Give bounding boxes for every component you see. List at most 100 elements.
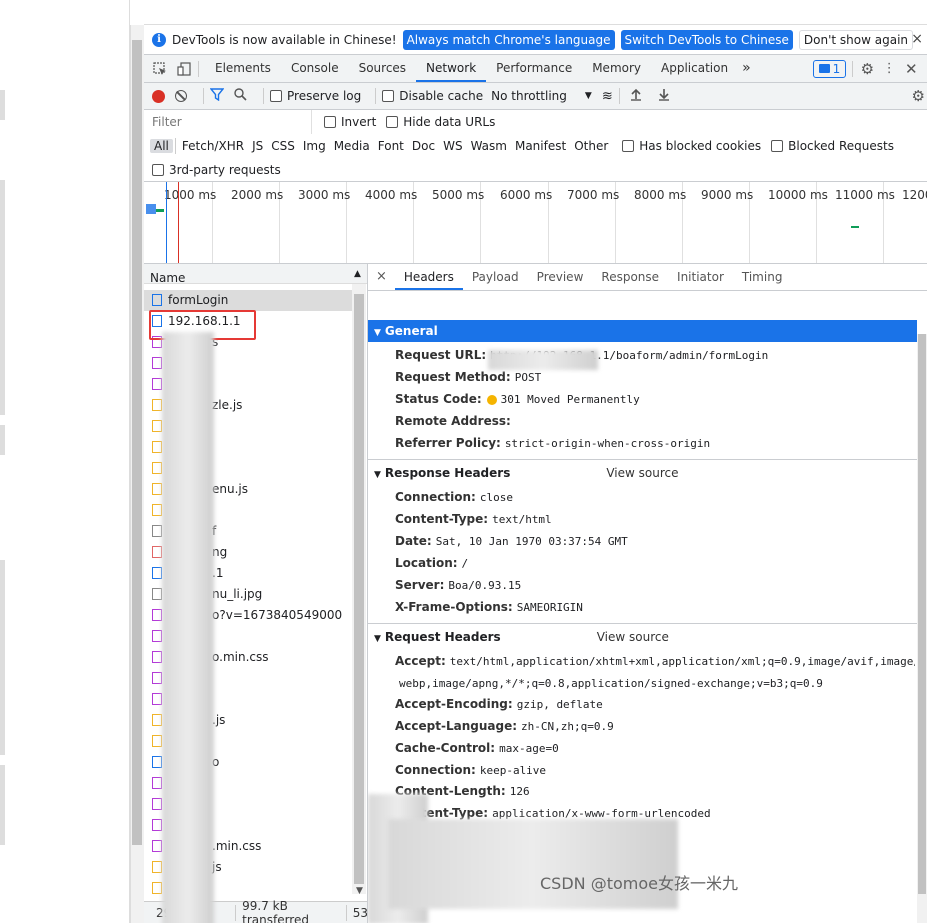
header-row: Accept-Language: zh-CN,zh;q=0.9 <box>395 715 915 737</box>
type-manifest[interactable]: Manifest <box>511 139 570 153</box>
switch-chinese-button[interactable]: Switch DevTools to Chinese <box>620 29 793 50</box>
blocked-cookies-checkbox[interactable] <box>622 140 635 152</box>
preserve-log-checkbox[interactable] <box>270 90 282 102</box>
img-file-icon <box>152 587 162 600</box>
third-party-checkbox[interactable] <box>152 163 164 176</box>
tab-network[interactable]: Network <box>416 55 487 82</box>
type-img[interactable]: Img <box>299 139 330 153</box>
request-name: enu.js <box>212 482 248 496</box>
doc-file-icon <box>152 755 162 768</box>
import-har-icon[interactable] <box>630 88 642 104</box>
response-headers-section-header[interactable]: ▼ Response Headers View source <box>368 462 917 484</box>
response-view-source-link[interactable]: View source <box>606 466 678 480</box>
resource-size-truncated: 53 <box>352 905 368 920</box>
filter-bar: Filter Invert Hide data URLs <box>144 110 927 134</box>
header-value: 126 <box>509 785 530 799</box>
css-file-icon <box>152 797 162 810</box>
js-file-icon <box>152 503 162 516</box>
issues-badge[interactable]: 1 <box>812 59 847 78</box>
timeline-overview[interactable]: 1000 ms 2000 ms 3000 ms 4000 ms 5000 ms 6000 … <box>144 182 927 264</box>
type-doc[interactable]: Doc <box>408 139 439 153</box>
tab-timing[interactable]: Timing <box>733 264 792 290</box>
css-file-icon <box>152 776 162 789</box>
record-icon[interactable] <box>152 89 165 103</box>
tab-sources[interactable]: Sources <box>349 55 416 82</box>
scroll-down-icon[interactable]: ▼ <box>356 886 363 896</box>
tab-memory[interactable]: Memory <box>582 55 651 82</box>
type-font[interactable]: Font <box>374 139 408 153</box>
sort-ascending-icon[interactable]: ▲ <box>354 267 361 281</box>
request-view-source-link[interactable]: View source <box>597 630 669 644</box>
type-all[interactable]: All <box>150 139 173 153</box>
header-key: Date: <box>395 534 432 548</box>
timeline-tick-label: 8000 ms <box>634 188 687 202</box>
blocked-requests-checkbox[interactable] <box>771 140 784 152</box>
third-party-bar: 3rd-party requests <box>144 158 927 182</box>
tab-console[interactable]: Console <box>281 55 349 82</box>
type-ws[interactable]: WS <box>439 139 466 153</box>
tab-headers[interactable]: Headers <box>394 264 463 290</box>
network-settings-gear-icon[interactable]: ⚙ <box>912 87 925 105</box>
tab-elements[interactable]: Elements <box>205 55 281 82</box>
network-conditions-icon[interactable]: ≋ <box>602 89 613 104</box>
timeline-tick-label: 2000 ms <box>231 188 284 202</box>
type-css[interactable]: CSS <box>267 139 299 153</box>
hide-data-urls-checkbox[interactable] <box>386 116 399 128</box>
request-headers-section-header[interactable]: ▼ Request Headers View source <box>368 626 917 648</box>
filter-input[interactable]: Filter <box>144 110 312 134</box>
inspect-element-icon[interactable] <box>152 61 168 77</box>
dont-show-again-button[interactable]: Don't show again <box>798 29 914 50</box>
close-icon[interactable]: × <box>911 31 923 47</box>
response-headers-title: Response Headers <box>384 466 511 480</box>
type-js[interactable]: JS <box>248 139 267 153</box>
disable-cache-checkbox[interactable] <box>382 90 395 102</box>
main-tab-bar: Elements Console Sources Network Perform… <box>144 55 927 83</box>
details-scrollbar-thumb[interactable] <box>918 334 926 894</box>
tab-preview[interactable]: Preview <box>528 264 593 290</box>
request-list-scrollbar-thumb[interactable] <box>354 294 364 884</box>
header-key: Cache-Control: <box>395 740 496 755</box>
divider <box>852 60 854 77</box>
close-details-icon[interactable]: × <box>368 264 395 290</box>
more-options-icon[interactable]: ⋮ <box>881 61 897 77</box>
request-name: nu_li.jpg <box>212 587 263 601</box>
tab-initiator[interactable]: Initiator <box>668 264 733 290</box>
tab-payload[interactable]: Payload <box>463 264 528 290</box>
name-header-label: Name <box>150 271 186 285</box>
js-file-icon <box>152 713 162 726</box>
message-icon <box>818 64 830 73</box>
request-details-panel: × Headers Payload Preview Response Initi… <box>368 264 927 923</box>
page-scrollbar-thumb[interactable] <box>132 40 142 845</box>
device-toolbar-icon[interactable] <box>176 61 192 77</box>
tab-performance[interactable]: Performance <box>486 55 582 82</box>
header-value: text/html <box>492 513 552 526</box>
header-value: text/html,application/xhtml+xml,applicat… <box>449 655 915 668</box>
type-media[interactable]: Media <box>330 139 374 153</box>
invert-checkbox[interactable] <box>324 116 336 128</box>
page-edge-mark <box>0 180 5 415</box>
more-tabs-chevron-icon[interactable]: » <box>738 55 755 82</box>
close-devtools-icon[interactable]: ✕ <box>903 60 919 78</box>
gear-icon[interactable]: ⚙ <box>859 60 875 78</box>
header-value: gzip, deflate <box>516 698 603 712</box>
throttling-select[interactable]: No throttling <box>491 89 567 103</box>
dom-content-loaded-line <box>166 182 167 263</box>
type-fetch-xhr[interactable]: Fetch/XHR <box>178 139 248 153</box>
tab-response[interactable]: Response <box>592 264 668 290</box>
header-row: Server: Boa/0.93.15 <box>395 574 915 596</box>
name-column-header[interactable]: Name ▲ <box>144 264 367 285</box>
chevron-down-icon[interactable]: ▼ <box>585 91 592 101</box>
filter-icon[interactable] <box>209 88 225 104</box>
match-language-button[interactable]: Always match Chrome's language <box>402 29 615 50</box>
type-other[interactable]: Other <box>570 139 612 153</box>
header-value: keep-alive <box>479 763 547 777</box>
tab-application[interactable]: Application <box>651 55 738 82</box>
request-name: zle.js <box>212 398 243 412</box>
devtools-top-strip <box>144 0 927 25</box>
export-har-icon[interactable] <box>658 88 670 104</box>
request-row[interactable]: formLogin <box>144 290 352 311</box>
general-section-header[interactable]: ▼ General <box>368 320 917 342</box>
type-wasm[interactable]: Wasm <box>467 139 511 153</box>
clear-icon[interactable] <box>175 90 187 102</box>
search-icon[interactable] <box>234 88 247 104</box>
